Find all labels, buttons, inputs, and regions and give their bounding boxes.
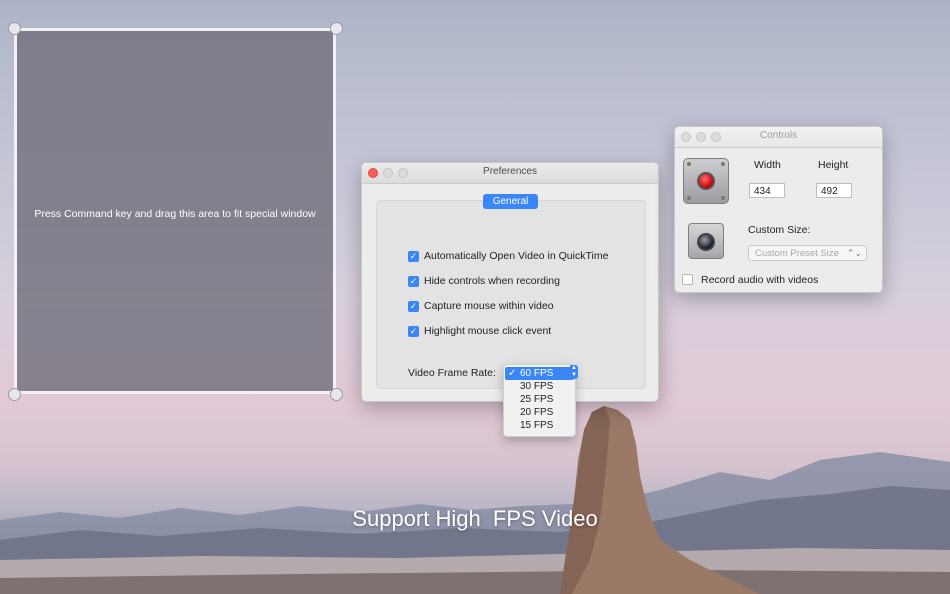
resize-handle-top-right[interactable] <box>330 22 343 35</box>
record-audio-checkbox[interactable] <box>682 274 693 285</box>
custom-size-label: Custom Size: <box>748 224 811 236</box>
record-button[interactable] <box>683 158 729 204</box>
promo-tagline: Support High FPS Video <box>352 506 598 531</box>
screw-icon <box>721 162 725 166</box>
capture-area-hint: Press Command key and drag this area to … <box>34 208 316 220</box>
tab-general[interactable]: General <box>483 194 538 209</box>
controls-titlebar[interactable]: Controls <box>675 127 882 148</box>
width-field[interactable]: 434 <box>749 183 785 198</box>
option-hide-controls[interactable]: ✓ Hide controls when recording <box>408 274 560 288</box>
frame-rate-menu: ✓ 60 FPS 30 FPS 25 FPS 20 FPS 15 FPS <box>503 364 576 437</box>
capture-area[interactable]: Press Command key and drag this area to … <box>14 28 336 394</box>
height-label: Height <box>818 159 849 171</box>
record-audio-label: Record audio with videos <box>701 274 819 286</box>
preferences-titlebar[interactable]: Preferences <box>362 163 658 184</box>
screw-icon <box>687 162 691 166</box>
screenshot-camera-button[interactable] <box>688 223 724 259</box>
option-capture-mouse[interactable]: ✓ Capture mouse within video <box>408 299 554 313</box>
camera-lens-icon <box>697 233 715 251</box>
checkbox-checked-icon[interactable]: ✓ <box>408 250 419 262</box>
preferences-title: Preferences <box>483 166 537 177</box>
option-label: Hide controls when recording <box>424 275 560 287</box>
option-open-quicktime[interactable]: ✓ Automatically Open Video in QuickTime <box>408 249 608 263</box>
menu-item-15fps[interactable]: 15 FPS <box>505 419 574 432</box>
menu-item-20fps[interactable]: 20 FPS <box>505 406 574 419</box>
resize-handle-top-left[interactable] <box>8 22 21 35</box>
height-field[interactable]: 492 <box>816 183 852 198</box>
chevron-updown-icon: ⌃⌄ <box>846 248 862 258</box>
frame-rate-label: Video Frame Rate: <box>408 367 496 379</box>
option-highlight-click[interactable]: ✓ Highlight mouse click event <box>408 324 551 338</box>
general-panel <box>376 200 646 389</box>
resize-handle-bottom-left[interactable] <box>8 388 21 401</box>
popup-arrows-icon[interactable]: ▲ ▼ <box>570 365 578 379</box>
checkbox-checked-icon[interactable]: ✓ <box>408 300 419 312</box>
screw-icon <box>721 196 725 200</box>
screw-icon <box>687 196 691 200</box>
controls-title: Controls <box>759 130 798 141</box>
resize-handle-bottom-right[interactable] <box>330 388 343 401</box>
checkbox-checked-icon[interactable]: ✓ <box>408 325 419 337</box>
menu-item-60fps[interactable]: ✓ 60 FPS <box>505 367 574 380</box>
record-dot-icon <box>697 172 715 190</box>
option-label: Highlight mouse click event <box>424 325 552 337</box>
width-label: Width <box>754 159 781 171</box>
custom-preset-size-select[interactable]: Custom Preset Size ⌃⌄ <box>748 245 867 261</box>
controls-window: Controls Width Height 434 492 Custom Siz… <box>674 126 883 293</box>
menu-item-25fps[interactable]: 25 FPS <box>505 393 574 406</box>
checkmark-icon: ✓ <box>508 368 517 379</box>
option-label: Automatically Open Video in QuickTime <box>424 250 609 262</box>
option-label: Capture mouse within video <box>424 300 554 312</box>
menu-item-30fps[interactable]: 30 FPS <box>505 380 574 393</box>
checkbox-checked-icon[interactable]: ✓ <box>408 275 419 287</box>
